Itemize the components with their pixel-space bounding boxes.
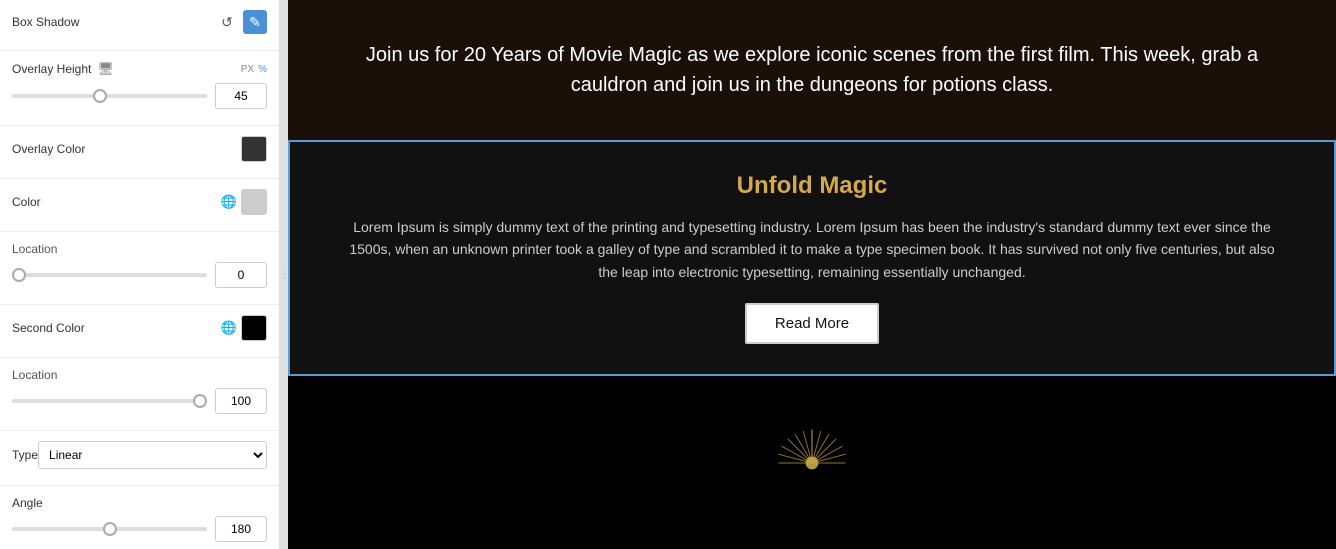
color-label: Color <box>12 195 41 209</box>
location2-section: Location 100 <box>0 358 279 431</box>
second-color-label: Second Color <box>12 321 85 335</box>
overlay-height-slider[interactable] <box>12 94 207 98</box>
color-swatch[interactable] <box>241 189 267 215</box>
box-shadow-icons: ↺ ✎ <box>215 10 267 34</box>
overlay-card: Unfold Magic Lorem Ipsum is simply dummy… <box>288 140 1336 376</box>
box-shadow-label: Box Shadow <box>12 15 79 29</box>
hero-section: Join us for 20 Years of Movie Magic as w… <box>288 0 1336 140</box>
angle-label: Angle <box>12 496 43 510</box>
type-label: Type <box>12 448 38 462</box>
color-section: Color 🌐 <box>0 179 279 232</box>
angle-slider[interactable] <box>12 527 207 531</box>
starburst-icon <box>772 423 852 503</box>
location1-label: Location <box>12 242 57 256</box>
globe-icon[interactable]: 🌐 <box>221 194 237 210</box>
overlay-height-section: Overlay Height 🖥 PX % 45 <box>0 51 279 126</box>
location2-input[interactable]: 100 <box>215 388 267 414</box>
overlay-body: Lorem Ipsum is simply dummy text of the … <box>340 216 1284 283</box>
type-select[interactable]: Linear Radial <box>38 441 267 469</box>
percent-toggle[interactable]: % <box>258 64 267 75</box>
location1-slider[interactable] <box>12 273 207 277</box>
location2-label: Location <box>12 368 57 382</box>
second-color-swatch[interactable] <box>241 315 267 341</box>
px-unit: PX <box>241 64 254 75</box>
overlay-title: Unfold Magic <box>340 172 1284 200</box>
resize-dots: ⋮ <box>280 269 288 280</box>
right-content: Join us for 20 Years of Movie Magic as w… <box>288 0 1336 549</box>
resize-handle[interactable]: ⋮ <box>280 0 288 549</box>
hero-text: Join us for 20 Years of Movie Magic as w… <box>348 40 1276 100</box>
bottom-dark-section <box>288 376 1336 549</box>
left-panel: Box Shadow ↺ ✎ Overlay Height 🖥 PX % 45 <box>0 0 280 549</box>
unit-row: PX % <box>241 64 267 75</box>
angle-section: Angle 180 <box>0 486 279 549</box>
overlay-height-slider-row: 45 <box>12 83 267 109</box>
monitor-icon: 🖥 <box>97 61 114 77</box>
location1-input[interactable]: 0 <box>215 262 267 288</box>
overlay-color-section: Overlay Color <box>0 126 279 179</box>
overlay-height-input[interactable]: 45 <box>215 83 267 109</box>
angle-input[interactable]: 180 <box>215 516 267 542</box>
second-color-section: Second Color 🌐 <box>0 305 279 358</box>
overlay-color-swatch[interactable] <box>241 136 267 162</box>
read-more-button[interactable]: Read More <box>745 303 879 344</box>
box-shadow-section: Box Shadow ↺ ✎ <box>0 0 279 51</box>
second-globe-icon[interactable]: 🌐 <box>221 320 237 336</box>
angle-slider-row: 180 <box>12 516 267 542</box>
reset-icon[interactable]: ↺ <box>215 10 239 34</box>
location2-slider[interactable] <box>12 399 207 403</box>
color-icons: 🌐 <box>221 189 267 215</box>
type-section: Type Linear Radial <box>0 431 279 486</box>
overlay-color-label: Overlay Color <box>12 142 85 156</box>
edit-icon[interactable]: ✎ <box>243 10 267 34</box>
location1-section: Location 0 <box>0 232 279 305</box>
second-color-icons: 🌐 <box>221 315 267 341</box>
overlay-height-label: Overlay Height <box>12 62 91 76</box>
location2-slider-row: 100 <box>12 388 267 414</box>
location1-slider-row: 0 <box>12 262 267 288</box>
